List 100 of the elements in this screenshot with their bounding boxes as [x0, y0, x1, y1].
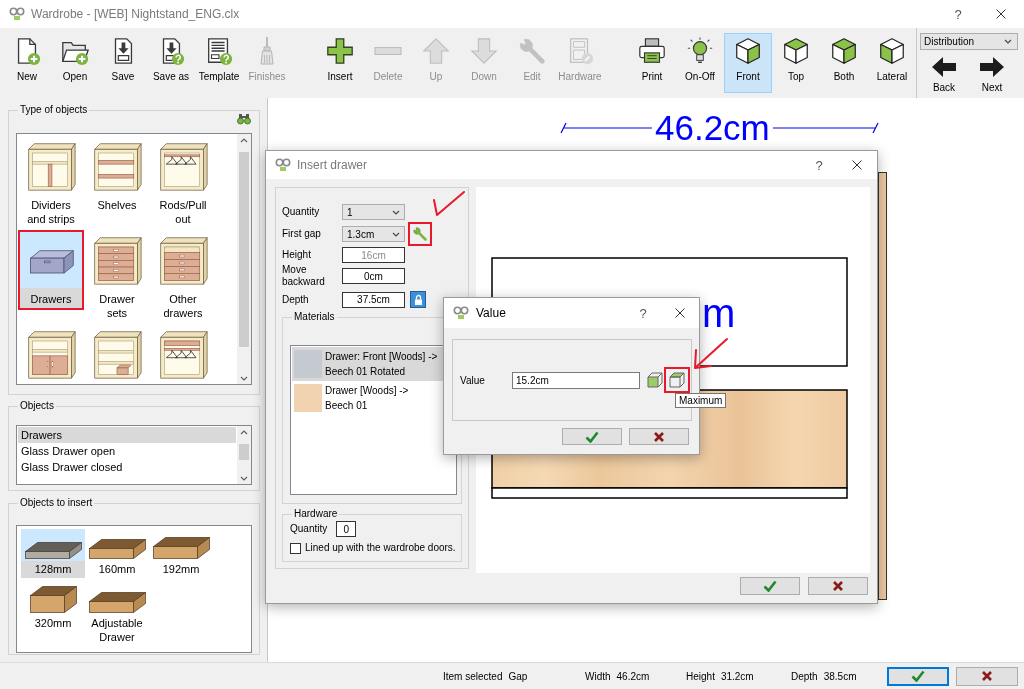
scroll-thumb[interactable]	[239, 444, 249, 460]
help-button[interactable]: ?	[938, 0, 978, 28]
cancel-button[interactable]	[808, 577, 868, 595]
toolbar-button[interactable]: Next	[968, 52, 1016, 94]
check-icon	[763, 580, 777, 592]
panel-title: Hardware	[293, 508, 339, 520]
minimum-button[interactable]	[647, 372, 663, 388]
chevron-down-icon	[1004, 39, 1012, 44]
chest-of-drawers-icon	[91, 234, 143, 286]
wrench-icon	[412, 226, 428, 242]
drawer-box-icon	[88, 592, 146, 613]
scroll-thumb[interactable]	[239, 152, 249, 347]
field-label: Depth	[282, 293, 310, 306]
cabinet-hangers-icon	[157, 328, 209, 380]
app-logo-icon	[275, 158, 291, 172]
cube-icon	[781, 36, 811, 66]
status-label: Depth	[791, 670, 818, 682]
toolbar-button[interactable]: Back	[920, 52, 968, 94]
panel-title: Objects to insert	[19, 497, 94, 509]
check-icon	[585, 430, 599, 443]
binoculars-icon[interactable]	[237, 113, 251, 125]
list-item[interactable]: Glass Drawer open	[18, 443, 236, 459]
panel-title: Type of objects	[19, 104, 89, 116]
scroll-down-icon[interactable]	[240, 476, 248, 481]
tool-button[interactable]	[408, 222, 432, 246]
drawer-box-icon	[24, 542, 82, 559]
status-label: Item selected	[443, 670, 503, 682]
drawer-tile[interactable]: 320mm	[21, 583, 85, 632]
dropdown[interactable]: 1.3cm	[342, 226, 405, 242]
field-label: First gap	[282, 228, 322, 240]
light-bulb-icon	[685, 36, 715, 66]
checkbox[interactable]	[290, 542, 301, 554]
ok-button[interactable]	[887, 666, 949, 686]
toolbar-button[interactable]: Save as	[147, 33, 195, 93]
input-field[interactable]: 37.5cm	[342, 291, 405, 308]
maximum-button[interactable]	[664, 367, 690, 393]
material-list-item[interactable]: Drawer [Woods] -> Beech 01	[292, 381, 455, 415]
check-icon	[911, 670, 925, 682]
object-type-tile[interactable]: Dividers and strips	[18, 136, 84, 230]
scroll-down-icon[interactable]	[240, 376, 248, 381]
scrollbar[interactable]	[237, 134, 251, 384]
drawer-tile[interactable]: 160mm	[85, 529, 149, 578]
dimension-label: m	[702, 293, 736, 333]
wrench-icon	[517, 36, 547, 66]
scroll-up-icon[interactable]	[240, 138, 248, 143]
drawer-tile[interactable]: 192mm	[149, 529, 213, 578]
drawer-box-icon	[29, 586, 77, 613]
object-type-tile[interactable]: Drawer sets	[84, 230, 150, 324]
toolbar-button[interactable]: Top	[772, 33, 820, 93]
drawer-tile[interactable]: 128mm	[21, 529, 85, 578]
toolbar-button[interactable]: New	[3, 33, 51, 93]
status-value: 46.2cm	[616, 670, 650, 682]
cancel-button[interactable]	[629, 428, 689, 445]
cancel-button[interactable]	[956, 666, 1018, 686]
object-type-tile[interactable]: Other drawers	[150, 230, 216, 324]
status-value: 31.2cm	[720, 670, 754, 682]
shelves-box-icon	[91, 328, 143, 380]
toolbar-button[interactable]: Template	[195, 33, 243, 93]
toolbar-button[interactable]: Front	[724, 33, 772, 93]
status-label: Width	[585, 670, 611, 682]
checkbox-label[interactable]: Lined up with the wardrobe doors.	[305, 542, 456, 554]
object-type-tile[interactable]: Drawers	[18, 230, 84, 310]
help-button[interactable]: ?	[625, 298, 661, 328]
toolbar-button[interactable]: Save	[99, 33, 147, 93]
toolbar-button[interactable]: Open	[51, 33, 99, 93]
view-mode-dropdown[interactable]: Distribution	[920, 33, 1018, 50]
input-field[interactable]: 0	[336, 521, 357, 537]
scroll-up-icon[interactable]	[240, 430, 248, 435]
list-item[interactable]: Glass Drawer closed	[18, 459, 236, 475]
toolbar-button[interactable]: Print	[628, 33, 676, 93]
dialog-title: Value	[476, 306, 506, 320]
panel-title: Objects	[19, 400, 55, 412]
close-icon	[852, 160, 862, 170]
drawer-tile[interactable]: Adjustable Drawer	[85, 583, 149, 646]
scrollbar[interactable]	[237, 426, 251, 484]
cube-outline-icon	[647, 372, 663, 388]
dropdown[interactable]: 1	[342, 204, 405, 220]
input-field[interactable]: 15.2cm	[512, 371, 640, 389]
cross-icon	[832, 580, 844, 592]
input-field[interactable]: 0cm	[342, 268, 405, 284]
object-type-tile[interactable]: Rods/Pull out	[150, 136, 216, 230]
toolbar-button[interactable]: Both	[820, 33, 868, 93]
ok-button[interactable]	[562, 428, 622, 445]
up-arrow-icon	[421, 36, 451, 66]
cube-outline-icon	[669, 372, 685, 388]
chevron-down-icon	[392, 209, 400, 215]
list-item[interactable]: Drawers	[18, 427, 236, 443]
status-value: 38.5cm	[823, 670, 857, 682]
printer-icon	[637, 36, 667, 66]
toolbar-button[interactable]: On-Off	[676, 33, 724, 93]
ok-button[interactable]	[740, 577, 800, 595]
field-label: Value	[460, 374, 486, 386]
hand-drawn-tick	[431, 188, 466, 218]
help-button[interactable]: ?	[801, 151, 837, 179]
toolbar-button[interactable]: Lateral	[868, 33, 916, 93]
drawer-box-icon	[88, 539, 146, 559]
object-type-tile[interactable]: Shelves	[84, 136, 150, 216]
tooltip: Maximum	[675, 393, 727, 408]
app-logo-icon	[453, 306, 469, 320]
toolbar-button[interactable]: Insert	[316, 33, 364, 93]
